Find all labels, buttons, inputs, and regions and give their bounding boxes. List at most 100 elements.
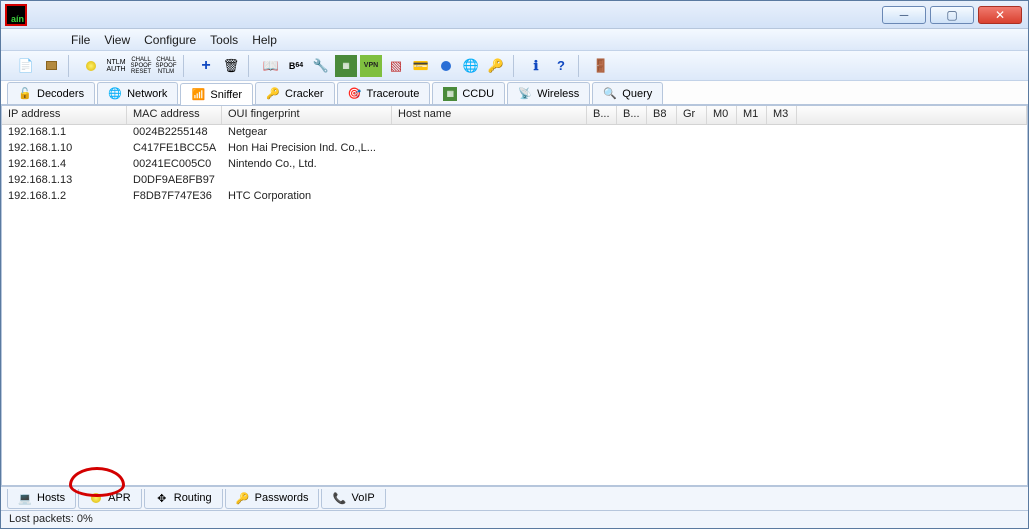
table-body[interactable]: 192.168.1.10024B2255148Netgear192.168.1.… [2,125,1027,485]
menu-configure[interactable]: Configure [144,33,196,47]
table-row[interactable]: 192.168.1.10C417FE1BCC5AHon Hai Precisio… [2,141,1027,157]
col-b2[interactable]: B... [617,106,647,124]
minimize-button[interactable]: ─ [882,6,926,24]
maximize-button[interactable]: ▢ [930,6,974,24]
tool-icon-7[interactable]: 🌐 [460,55,482,77]
tab-ccdu-label: CCDU [462,88,494,100]
menu-tools[interactable]: Tools [210,33,238,47]
wireless-icon: 📡 [518,87,532,101]
tool-icon-5[interactable]: 💳 [410,55,432,77]
col-mac[interactable]: MAC address [127,106,222,124]
info-icon[interactable]: ℹ [525,55,547,77]
tab-hosts-label: Hosts [37,492,65,504]
tab-passwords-label: Passwords [255,492,309,504]
cell-mac: 00241EC005C0 [127,157,222,173]
col-gr[interactable]: Gr [677,106,707,124]
col-ip[interactable]: IP address [2,106,127,124]
col-m3[interactable]: M3 [767,106,797,124]
titlebar: aín ─ ▢ ✕ [1,1,1028,29]
chall-spoof-ntlm-icon[interactable]: CHALLSPOOFNTLM [155,55,177,77]
nuke-icon[interactable] [80,55,102,77]
tab-ccdu[interactable]: ▦ CCDU [432,82,505,104]
tool-icon-1[interactable]: 🔧 [310,55,332,77]
tab-cracker-label: Cracker [285,88,324,100]
col-b8[interactable]: B8 [647,106,677,124]
col-b1[interactable]: B... [587,106,617,124]
base64-icon[interactable]: B64 [285,55,307,77]
tab-voip-label: VoIP [351,492,374,504]
voip-icon: 📞 [332,491,346,505]
cell-host [392,173,587,189]
open-folder-icon[interactable] [40,55,62,77]
ccdu-icon: ▦ [443,87,457,101]
help-icon[interactable]: ? [550,55,572,77]
tab-decoders[interactable]: 🔓Decoders [7,82,95,104]
tool-icon-6[interactable] [435,55,457,77]
routing-icon: ✥ [155,491,169,505]
table-row[interactable]: 192.168.1.400241EC005C0Nintendo Co., Ltd… [2,157,1027,173]
tool-icon-2[interactable]: ▦ [335,55,357,77]
tab-network[interactable]: 🌐 Network [97,82,178,104]
tab-query[interactable]: 🔍 Query [592,82,663,104]
menubar: File View Configure Tools Help [1,29,1028,51]
query-icon: 🔍 [603,87,617,101]
dictionary-attack-icon[interactable]: 📖 [260,55,282,77]
cell-host [392,125,587,141]
tab-passwords[interactable]: 🔑 Passwords [225,489,320,509]
tab-network-label: Network [127,88,167,100]
cell-ip: 192.168.1.10 [2,141,127,157]
traceroute-icon: 🎯 [348,87,362,101]
tab-sniffer-label: Sniffer [210,89,242,101]
table-row[interactable]: 192.168.1.13D0DF9AE8FB97 [2,173,1027,189]
tab-voip[interactable]: 📞 VoIP [321,489,385,509]
cell-ip: 192.168.1.13 [2,173,127,189]
tool-icon-3[interactable]: VPN [360,55,382,77]
col-oui[interactable]: OUI fingerprint [222,106,392,124]
cell-oui: HTC Corporation [222,189,392,205]
cell-host [392,157,587,173]
tab-apr[interactable]: APR [78,489,142,509]
add-icon[interactable]: + [195,55,217,77]
table-row[interactable]: 192.168.1.2F8DB7F747E36HTC Corporation [2,189,1027,205]
cell-ip: 192.168.1.4 [2,157,127,173]
hosts-table: IP address MAC address OUI fingerprint H… [1,105,1028,486]
table-row[interactable]: 192.168.1.10024B2255148Netgear [2,125,1027,141]
sniffer-icon: 📶 [191,88,205,102]
tool-icon-8[interactable]: 🔑 [485,55,507,77]
tab-traceroute[interactable]: 🎯 Traceroute [337,82,431,104]
tab-wireless[interactable]: 📡Wireless [507,82,590,104]
close-button[interactable]: ✕ [978,6,1022,24]
menu-view[interactable]: View [104,33,130,47]
remove-icon[interactable]: 🗑 [220,55,242,77]
hosts-icon: 💻 [18,491,32,505]
menu-file[interactable]: File [71,33,90,47]
new-file-icon[interactable]: 📄 [15,55,37,77]
tab-query-label: Query [622,88,652,100]
exit-icon[interactable]: 🚪 [590,55,612,77]
chall-spoof-reset-icon[interactable]: CHALLSPOOFRESET [130,55,152,77]
cell-mac: C417FE1BCC5A [127,141,222,157]
menu-help[interactable]: Help [252,33,277,47]
tool-icon-4[interactable]: ▧ [385,55,407,77]
cell-oui: Netgear [222,125,392,141]
col-spacer [797,106,1027,124]
ntlm-auth-icon[interactable]: NTLMAUTH [105,55,127,77]
col-m0[interactable]: M0 [707,106,737,124]
cell-oui [222,173,392,189]
network-icon: 🌐 [108,87,122,101]
status-bar: Lost packets: 0% [1,510,1028,528]
tab-routing[interactable]: ✥Routing [144,489,223,509]
cell-mac: 0024B2255148 [127,125,222,141]
col-m1[interactable]: M1 [737,106,767,124]
toolbar: 📄 NTLMAUTH CHALLSPOOFRESET CHALLSPOOFNTL… [1,51,1028,81]
tab-cracker[interactable]: 🔑Cracker [255,82,335,104]
tab-traceroute-label: Traceroute [367,88,420,100]
tab-sniffer[interactable]: 📶 Sniffer [180,83,253,105]
cell-mac: D0DF9AE8FB97 [127,173,222,189]
cell-oui: Nintendo Co., Ltd. [222,157,392,173]
passwords-icon: 🔑 [236,491,250,505]
tab-hosts[interactable]: 💻 Hosts [7,489,76,509]
cell-oui: Hon Hai Precision Ind. Co.,L... [222,141,392,157]
col-host[interactable]: Host name [392,106,587,124]
tab-apr-label: APR [108,492,131,504]
